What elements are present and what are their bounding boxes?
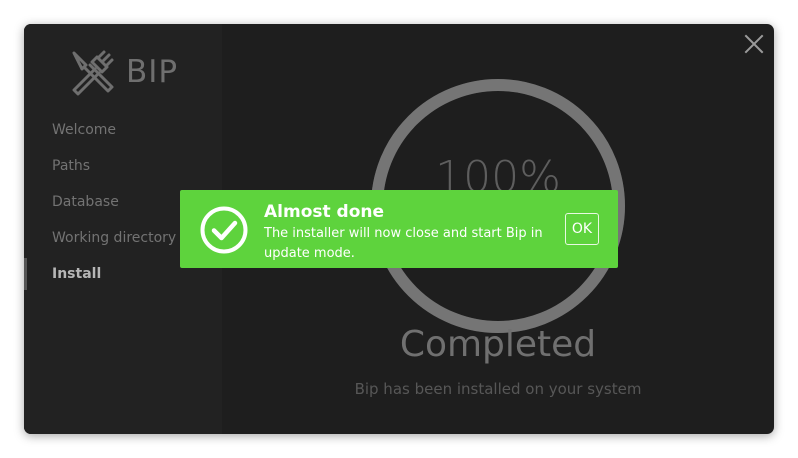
status-title: Completed (399, 324, 597, 365)
close-button[interactable] (744, 34, 764, 54)
fork-and-knife-icon (72, 50, 114, 96)
check-circle-icon (200, 206, 248, 254)
notification-toast: Almost done The installer will now close… (180, 190, 618, 268)
toast-message: The installer will now close and start B… (264, 226, 543, 261)
toast-title: Almost done (264, 202, 385, 222)
sidebar-item-welcome[interactable]: Welcome (24, 112, 222, 148)
status-subtitle: Bip has been installed on your system (354, 380, 642, 398)
app-name: BIP (126, 54, 179, 90)
ok-button[interactable]: OK (565, 213, 599, 245)
app-logo: BIP (68, 48, 178, 96)
close-icon (744, 34, 764, 54)
sidebar-item-paths[interactable]: Paths (24, 148, 222, 184)
